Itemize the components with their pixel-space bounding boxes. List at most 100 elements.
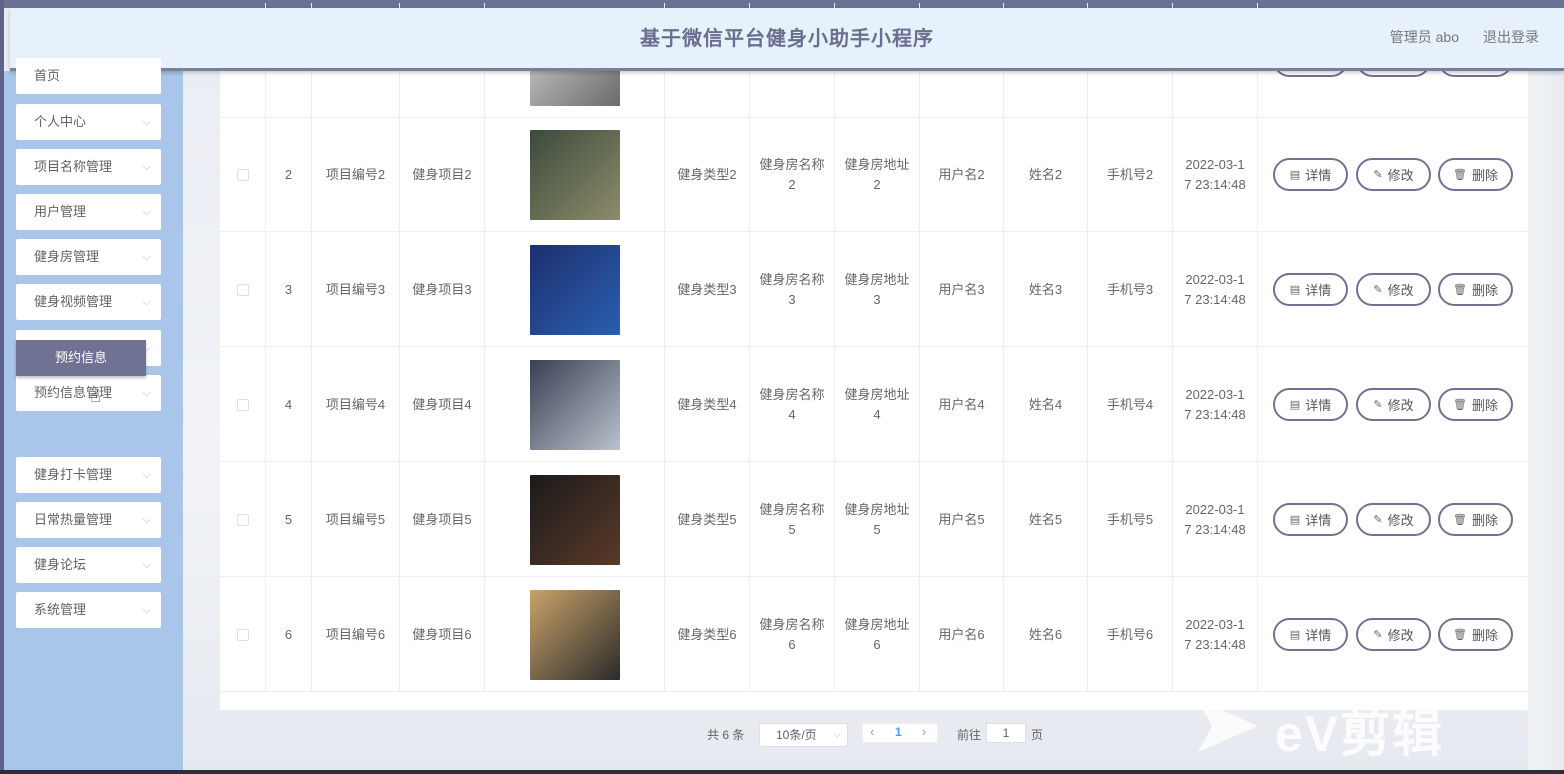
cell-text: 5 [284, 511, 293, 527]
cell-text: 健身类型4 [677, 396, 737, 412]
watermark-play-icon [1198, 700, 1258, 752]
cell-gym-name: 健身房名称 5 [750, 462, 835, 577]
chevron-down-icon: ⌵ [142, 604, 151, 616]
cell-name: 姓名2 [1004, 117, 1088, 232]
document-icon: ▤ [1289, 629, 1301, 641]
next-page-button[interactable]: › [922, 724, 926, 739]
cell-name: 姓名6 [1004, 577, 1088, 692]
chevron-down-icon: ⌵ [833, 729, 841, 740]
image-cell [485, 347, 665, 462]
image-cell [485, 577, 665, 692]
right-background [1528, 71, 1564, 770]
detail-button[interactable]: ▤ 详情 [1273, 273, 1348, 306]
row-checkbox[interactable] [236, 168, 249, 181]
cell-text: 手机号3 [1106, 281, 1154, 297]
sidebar-item-label: 首页 [34, 68, 61, 83]
sidebar-item[interactable]: 日常热量管理 ⌵ [16, 502, 161, 538]
header: 基于微信平台健身小助手小程序 管理员 abo 退出登录 [10, 8, 1564, 71]
cell-type: 健身类型6 [665, 577, 750, 692]
cell-text: 姓名2 [1028, 166, 1063, 182]
detail-button[interactable]: ▤ 详情 [1273, 388, 1348, 421]
cell-time: 2022-03-1 7 23:14:48 [1173, 462, 1258, 577]
cell-text: 姓名3 [1028, 281, 1063, 297]
cell-index: 2 [266, 117, 312, 232]
cell-text: 健身类型2 [677, 166, 737, 182]
edit-button[interactable]: ✎ 修改 [1356, 618, 1431, 651]
edit-button-label: 修改 [1387, 283, 1414, 298]
cell-text: 手机号2 [1106, 166, 1154, 182]
document-icon: ▤ [1289, 169, 1301, 181]
gym-photo [529, 589, 620, 680]
sidebar-item[interactable]: 预约信息管理 ⌵ [16, 375, 161, 411]
sidebar-item[interactable]: 健身论坛 ⌵ [16, 547, 161, 583]
edit-button[interactable]: ✎ 修改 [1356, 273, 1431, 306]
cell-text: 健身房地址 6 [844, 616, 910, 652]
sidebar-item[interactable]: 用户管理 ⌵ [16, 194, 161, 230]
pencil-icon: ✎ [1373, 169, 1383, 181]
sidebar-subitem-booking-info[interactable]: 预约信息 [16, 340, 146, 376]
cell-text: 2022-03-1 7 23:14:48 [1184, 271, 1246, 307]
table-row: 6 项目编号6 健身项目6 健身类型6 健身房名称 6 健身房地址 6 用户名6 姓名6 手机号… [220, 577, 1528, 692]
detail-button[interactable]: ▤ 详情 [1273, 158, 1348, 191]
sidebar-item[interactable]: 健身打卡管理 ⌵ [16, 457, 161, 493]
sidebar-item[interactable]: 系统管理 ⌵ [16, 592, 161, 628]
edit-button[interactable]: ✎ 修改 [1356, 158, 1431, 191]
prev-page-button[interactable]: ‹ [870, 724, 874, 739]
sidebar-item-label: 日常热量管理 [34, 512, 113, 527]
pagination-total: 共 6 条 [707, 728, 745, 742]
cell-code: 项目编号6 [312, 577, 400, 692]
row-checkbox[interactable] [236, 398, 249, 411]
row-checkbox[interactable] [236, 283, 249, 296]
sidebar-item[interactable]: 首页 [16, 58, 161, 94]
sidebar-item-label: 个人中心 [34, 114, 87, 129]
cell-text: 项目编号2 [325, 166, 386, 182]
delete-button[interactable]: 🗑 删除 [1438, 388, 1513, 421]
table-row: 5 项目编号5 健身项目5 健身类型5 健身房名称 5 健身房地址 5 用户名5 姓名5 手机号… [220, 462, 1528, 577]
cell-phone: 手机号5 [1088, 462, 1173, 577]
delete-button[interactable]: 🗑 删除 [1438, 158, 1513, 191]
cell-index: 3 [266, 232, 312, 347]
sidebar-item[interactable]: 个人中心 ⌵ [16, 104, 161, 140]
row-checkbox[interactable] [236, 628, 249, 641]
delete-button[interactable]: 🗑 删除 [1438, 618, 1513, 651]
detail-button-label: 详情 [1305, 398, 1332, 413]
row-checkbox-cell [220, 347, 266, 462]
cell-phone: 手机号2 [1088, 117, 1173, 232]
delete-button[interactable]: 🗑 删除 [1438, 503, 1513, 536]
chevron-down-icon: ⌵ [142, 469, 151, 481]
cell-text: 姓名5 [1028, 511, 1063, 527]
cell-type: 健身类型5 [665, 462, 750, 577]
chevron-down-icon: ⌵ [142, 296, 151, 308]
current-page-number[interactable]: 1 [895, 725, 902, 739]
pencil-icon: ✎ [1373, 514, 1383, 526]
sidebar-item[interactable]: 项目名称管理 ⌵ [16, 149, 161, 185]
edit-button[interactable]: ✎ 修改 [1356, 388, 1431, 421]
cell-gym-addr: 健身房地址 2 [835, 117, 920, 232]
cell-text: 项目编号5 [325, 511, 386, 527]
chevron-down-icon: ⌵ [142, 514, 151, 526]
page-size-value: 10条/页 [776, 728, 817, 742]
sidebar-item[interactable]: 健身房管理 ⌵ [16, 239, 161, 275]
row-checkbox[interactable] [236, 513, 249, 526]
goto-page-input[interactable]: 1 [986, 723, 1026, 743]
edit-button[interactable]: ✎ 修改 [1356, 503, 1431, 536]
edit-button-label: 修改 [1387, 628, 1414, 643]
cell-text: 姓名6 [1028, 626, 1063, 642]
edit-button-label: 修改 [1387, 513, 1414, 528]
cell-text: 手机号4 [1106, 396, 1154, 412]
admin-user-label: 管理员 abo [1389, 29, 1459, 45]
document-icon: ▤ [1289, 284, 1301, 296]
cell-text: 健身类型3 [677, 281, 737, 297]
detail-button[interactable]: ▤ 详情 [1273, 503, 1348, 536]
gym-photo [529, 474, 620, 565]
logout-link[interactable]: 退出登录 [1483, 27, 1539, 47]
sidebar-item[interactable]: 健身视频管理 ⌵ [16, 284, 161, 320]
cell-phone: 手机号6 [1088, 577, 1173, 692]
cell-text: 健身房地址 4 [844, 386, 910, 422]
cell-project: 健身项目6 [400, 577, 485, 692]
delete-button[interactable]: 🗑 删除 [1438, 273, 1513, 306]
cell-text: 用户名4 [938, 396, 985, 412]
page-size-select[interactable]: 10条/页 ⌵ [759, 723, 848, 747]
detail-button[interactable]: ▤ 详情 [1273, 618, 1348, 651]
cell-gym-addr: 健身房地址 3 [835, 232, 920, 347]
